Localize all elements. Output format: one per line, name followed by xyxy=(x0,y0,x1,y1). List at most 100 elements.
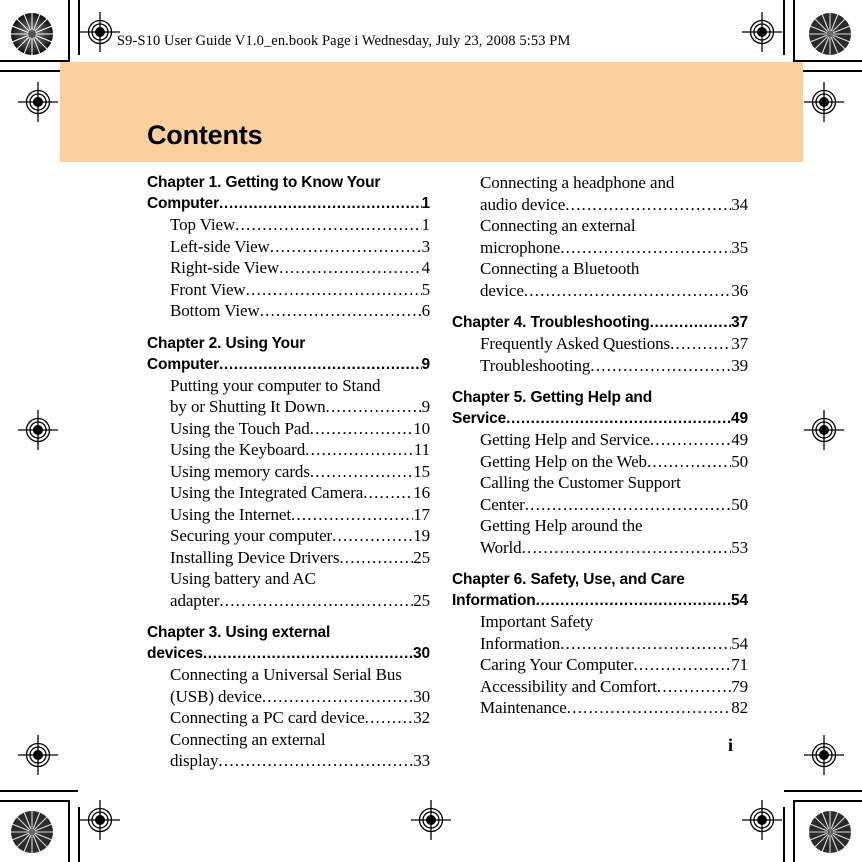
toc-entry-section[interactable]: Troubleshooting ........................… xyxy=(480,355,748,377)
toc-entry-section[interactable]: Connecting a Universal Serial Bus (USB) d… xyxy=(170,664,430,707)
toc-entry-section[interactable]: Securing your computer .................… xyxy=(170,525,430,547)
toc-entry-line: Front View .............................… xyxy=(170,279,430,301)
toc-entry-section[interactable]: Putting your computer to Stand by or Shut… xyxy=(170,375,430,418)
toc-entry-text: Securing your computer xyxy=(170,526,333,545)
registration-target-icon-top-left xyxy=(80,12,120,52)
toc-leader-dots: ........................................… xyxy=(521,537,732,557)
toc-entry-section[interactable]: Accessibility and Comfort ..............… xyxy=(480,676,748,698)
trim-line-bottom-left-horizontal2 xyxy=(0,790,78,792)
toc-leader-dots: ........................................… xyxy=(218,751,413,770)
toc-entry-text: Maintenance xyxy=(480,698,567,717)
toc-page-number: 54 xyxy=(731,592,748,609)
toc-page-number: 50 xyxy=(731,494,748,514)
toc-entry-section[interactable]: Maintenance ............................… xyxy=(480,697,748,719)
toc-entry-section[interactable]: Caring Your Computer ...................… xyxy=(480,654,748,676)
toc-entry-section[interactable]: Top View ...............................… xyxy=(170,214,430,236)
toc-entry-section[interactable]: Using the Touch Pad ....................… xyxy=(170,418,430,440)
toc-column-left: Chapter 1. Getting to Know Your Computer … xyxy=(147,172,430,772)
toc-entry-text: Using the Keyboard xyxy=(170,440,306,459)
toc-leader-dots: ........................................… xyxy=(309,461,414,481)
toc-entry-text: Getting Help around the xyxy=(480,516,643,535)
toc-entry-text: Left-side View xyxy=(170,236,270,256)
toc-entry-chapter[interactable]: Chapter 6. Safety, Use, and Care Informat… xyxy=(452,569,748,611)
toc-entry-text: display xyxy=(170,751,219,770)
toc-entry-section[interactable]: Connecting a Bluetooth device ...........… xyxy=(480,258,748,301)
trim-line-bottom-right-vertical xyxy=(793,800,795,862)
rosette-icon-bottom-right xyxy=(808,810,852,854)
toc-entry-line: Getting Help on the Web ................… xyxy=(480,451,748,473)
toc-page-number: 9 xyxy=(421,355,431,373)
toc-entry-chapter[interactable]: Chapter 1. Getting to Know Your Computer … xyxy=(147,172,430,214)
toc-entry-section[interactable]: Left-side View .........................… xyxy=(170,236,430,258)
toc-entry-line: Right-side View ........................… xyxy=(170,257,430,279)
toc-entry-section[interactable]: Installing Device Drivers ..............… xyxy=(170,547,430,569)
toc-entry-text: Getting Help and Service xyxy=(480,430,650,449)
toc-entry-chapter[interactable]: Chapter 2. Using Your Computer ..........… xyxy=(147,333,430,375)
toc-entry-text: Using the Integrated Camera xyxy=(170,483,364,502)
toc-entry-line: Information ............................… xyxy=(480,633,748,655)
toc-entry-section[interactable]: Using the Integrated Camera ............… xyxy=(170,482,430,504)
trim-line-bottom-right-vertical2 xyxy=(783,807,785,862)
registration-target-icon-bottom-right xyxy=(804,735,844,775)
toc-entry-section[interactable]: Right-side View ........................… xyxy=(170,257,430,279)
toc-entry-text: Service xyxy=(452,410,507,427)
toc-leader-dots: ........................................… xyxy=(269,236,422,256)
toc-leader-dots: ........................................… xyxy=(633,655,732,674)
toc-entry-text: Accessibility and Comfort xyxy=(480,676,657,696)
toc-entry-section[interactable]: Using the Internet .....................… xyxy=(170,504,430,526)
toc-entry-section[interactable]: Connecting an external microphone .......… xyxy=(480,215,748,258)
toc-entry-line: Securing your computer .................… xyxy=(170,525,430,547)
toc-entry-section[interactable]: Using the Keyboard .....................… xyxy=(170,439,430,461)
toc-leader-dots: ........................................… xyxy=(259,301,422,320)
toc-entry-section[interactable]: Front View .............................… xyxy=(170,279,430,301)
toc-entry-text: adapter xyxy=(170,590,220,610)
toc-entry-section[interactable]: Getting Help and Service ...............… xyxy=(480,429,748,451)
toc-leader-dots: ........................................… xyxy=(560,633,731,653)
toc-page-number: 33 xyxy=(413,751,430,770)
trim-line-top-left-horizontal xyxy=(0,60,68,62)
toc-entry-text: Installing Device Drivers xyxy=(170,547,340,567)
toc-entry-section[interactable]: Bottom View ............................… xyxy=(170,300,430,322)
toc-entry-section[interactable]: Frequently Asked Questions .............… xyxy=(480,333,748,355)
toc-entry-line: Top View ...............................… xyxy=(170,214,430,236)
toc-entry-text: Right-side View xyxy=(170,258,280,277)
registration-target-icon-right-lower xyxy=(804,410,844,450)
toc-entry-section[interactable]: Using memory cards .....................… xyxy=(170,461,430,483)
toc-entry-chapter[interactable]: Chapter 4. Troubleshooting .............… xyxy=(452,312,748,333)
toc-entry-line: Connecting a Bluetooth xyxy=(480,258,748,280)
toc-entry-section[interactable]: Getting Help on the Web ................… xyxy=(480,451,748,473)
toc-entry-text: Chapter 5. Getting Help and xyxy=(452,389,653,406)
toc-page-number: 37 xyxy=(731,334,748,353)
trim-line-bottom-right-horizontal2 xyxy=(784,790,862,792)
toc-page-number: 3 xyxy=(421,236,431,256)
toc-entry-section[interactable]: Getting Help around the World ...........… xyxy=(480,515,748,558)
toc-entry-line: Using battery and AC xyxy=(170,568,430,590)
toc-page-number: 1 xyxy=(421,215,431,234)
toc-entry-text: Connecting a PC card device xyxy=(170,708,365,727)
toc-entry-section[interactable]: Connecting a headphone and audio device .… xyxy=(480,172,748,215)
toc-entry-text: Chapter 4. Troubleshooting xyxy=(452,314,650,331)
toc-entry-text: (USB) device xyxy=(170,686,262,706)
toc-entry-line: Using the Keyboard .....................… xyxy=(170,439,430,461)
toc-entry-line: Chapter 4. Troubleshooting .............… xyxy=(452,312,748,333)
toc-entry-line: Connecting an external xyxy=(480,215,748,237)
toc-entry-section[interactable]: Important Safety Information ............… xyxy=(480,611,748,654)
toc-entry-text: World xyxy=(480,537,522,557)
toc-entry-text: Top View xyxy=(170,215,236,234)
toc-entry-chapter[interactable]: Chapter 3. Using external devices .......… xyxy=(147,622,430,664)
toc-entry-section[interactable]: Connecting an external display ..........… xyxy=(170,729,430,772)
toc-entry-section[interactable]: Using battery and AC adapter ............… xyxy=(170,568,430,611)
toc-leader-dots: ........................................… xyxy=(364,708,414,727)
toc-entry-chapter[interactable]: Chapter 5. Getting Help and Service .....… xyxy=(452,387,748,429)
toc-entry-section[interactable]: Calling the Customer Support Center .....… xyxy=(480,472,748,515)
toc-leader-dots: ........................................… xyxy=(363,483,413,502)
book-file-header: S9-S10 User Guide V1.0_en.book Page i We… xyxy=(117,33,571,49)
toc-entry-section[interactable]: Connecting a PC card device ............… xyxy=(170,707,430,729)
toc-entry-text: Important Safety xyxy=(480,612,594,631)
toc-entry-text: Computer xyxy=(147,195,219,212)
rosette-icon-top-right xyxy=(808,12,852,56)
toc-entry-text: Caring Your Computer xyxy=(480,655,634,674)
page-number-folio: i xyxy=(728,735,734,755)
toc-entry-text: microphone xyxy=(480,237,561,257)
toc-entry-text: devices xyxy=(147,645,203,662)
